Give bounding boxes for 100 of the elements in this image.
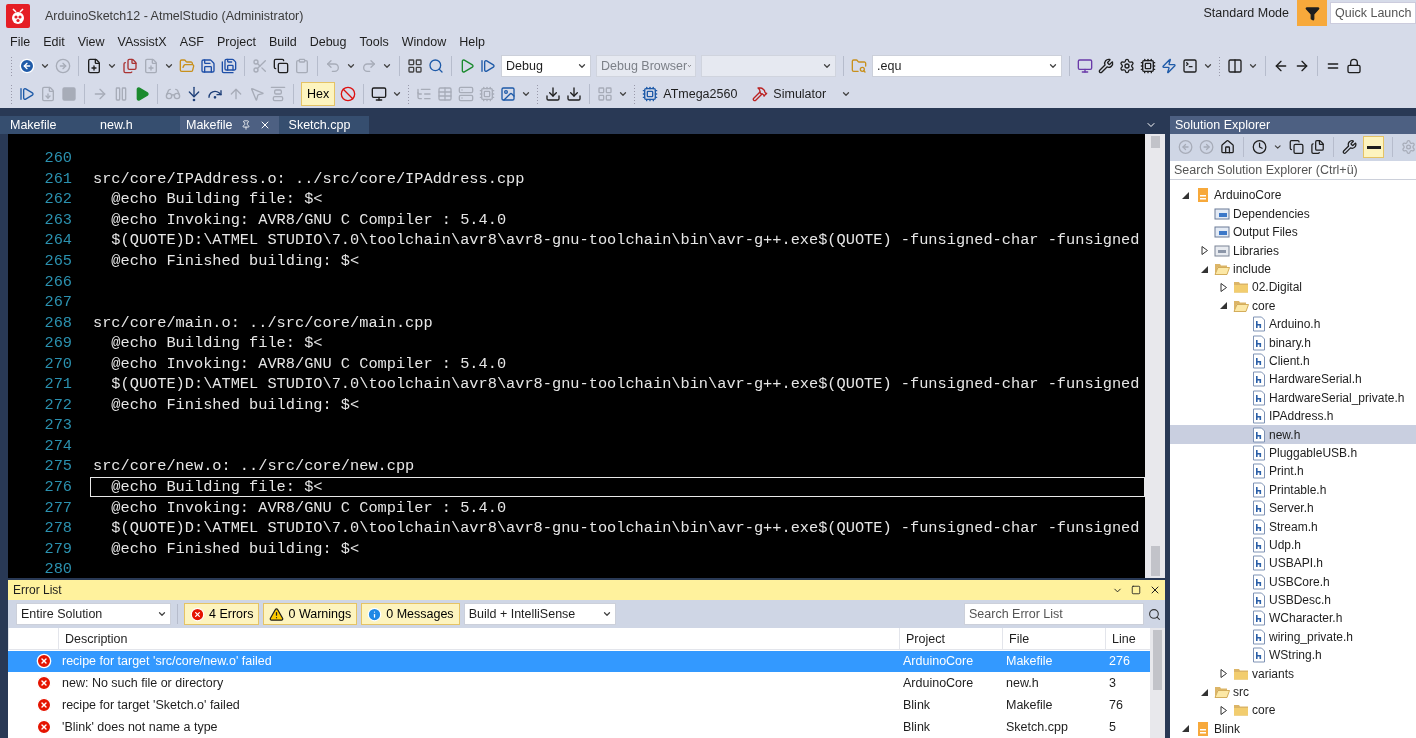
caret-icon[interactable]	[1248, 61, 1258, 71]
tree-item[interactable]: binary.h	[1170, 333, 1416, 352]
tree-item[interactable]: USBDesc.h	[1170, 590, 1416, 610]
menu-item[interactable]: Project	[211, 35, 263, 49]
clock-icon[interactable]	[1252, 139, 1268, 156]
tree-item[interactable]: PluggableUSB.h	[1170, 443, 1416, 463]
menu-item[interactable]: Edit	[37, 35, 72, 49]
configuration-dropdown[interactable]: Debug	[501, 55, 591, 77]
tree-item[interactable]: 02.Digital	[1170, 278, 1416, 297]
find-dropdown[interactable]: .equ	[872, 55, 1062, 77]
filter-toggle[interactable]: 0 Messages	[361, 603, 460, 625]
chip-icon[interactable]	[1140, 58, 1156, 74]
window-icon[interactable]	[371, 86, 388, 102]
terminal-icon[interactable]	[1182, 58, 1198, 74]
no-breakpoint-icon[interactable]	[340, 86, 357, 102]
collapsed-arrow-icon[interactable]	[1199, 246, 1209, 256]
wrench-icon[interactable]	[1341, 139, 1358, 156]
source-dropdown[interactable]: Build + IntelliSense	[463, 603, 616, 625]
toggle-button[interactable]	[1363, 136, 1384, 159]
wrench-icon[interactable]	[1098, 58, 1114, 74]
tree-item[interactable]: Print.h	[1170, 462, 1416, 481]
download-icon[interactable]	[545, 86, 562, 102]
tree-item[interactable]: Arduino.h	[1170, 315, 1416, 334]
column-header[interactable]: Project	[899, 628, 1002, 650]
expanded-arrow-icon[interactable]	[1218, 301, 1228, 311]
menu-item[interactable]: View	[71, 35, 112, 49]
editor-tab[interactable]: Makefile	[180, 116, 279, 134]
home-icon[interactable]	[1220, 139, 1236, 156]
menu-item[interactable]: Help	[453, 35, 492, 49]
menu-item[interactable]: File	[4, 35, 38, 49]
image-icon[interactable]	[500, 86, 517, 102]
tree-item[interactable]: WCharacter.h	[1170, 609, 1416, 628]
tree-item[interactable]: include	[1170, 259, 1416, 279]
tree-item[interactable]: src	[1170, 682, 1416, 702]
new-project-icon[interactable]	[86, 58, 102, 74]
close-icon[interactable]	[1149, 584, 1161, 596]
scrollbar[interactable]	[1150, 628, 1165, 738]
caret-icon[interactable]	[577, 61, 587, 71]
tree-item[interactable]: variants	[1170, 664, 1416, 683]
column-header[interactable]: File	[1002, 628, 1105, 650]
step-into-icon[interactable]	[186, 86, 202, 102]
menu-item[interactable]: Tools	[353, 35, 396, 49]
caret-icon[interactable]	[601, 609, 612, 619]
tree-item[interactable]: USBCore.h	[1170, 572, 1416, 591]
search-field[interactable]: Search Error List	[964, 603, 1144, 625]
expanded-arrow-icon[interactable]	[1180, 724, 1190, 734]
tree-item[interactable]: IPAddress.h	[1170, 407, 1416, 426]
step-icon[interactable]	[480, 58, 496, 74]
caret-icon[interactable]	[346, 61, 356, 71]
play-icon[interactable]	[134, 86, 150, 102]
caret-icon[interactable]	[164, 61, 174, 71]
caret-icon[interactable]	[157, 609, 167, 619]
caret-icon[interactable]	[40, 61, 50, 71]
tree-item[interactable]: wiring_private.h	[1170, 627, 1416, 647]
tool-label[interactable]: Simulator	[773, 87, 827, 101]
tree-item[interactable]: Dependencies	[1170, 204, 1416, 224]
tree-item[interactable]: HardwareSerial_private.h	[1170, 388, 1416, 407]
collapsed-arrow-icon[interactable]	[1218, 669, 1228, 679]
tree-item[interactable]: Server.h	[1170, 498, 1416, 518]
arrow-left-icon[interactable]	[1273, 58, 1289, 74]
editor-tab[interactable]: Makefile	[0, 116, 90, 134]
download-icon[interactable]	[566, 86, 583, 102]
caret-icon[interactable]	[107, 61, 117, 71]
tree-item[interactable]: USBAPI.h	[1170, 554, 1416, 573]
lightning-icon[interactable]	[1161, 58, 1177, 74]
expanded-arrow-icon[interactable]	[1180, 191, 1190, 200]
caret-icon[interactable]	[382, 61, 392, 71]
arrow-right-icon[interactable]	[1294, 58, 1310, 74]
grid-icon[interactable]	[407, 58, 423, 74]
search-icon[interactable]	[428, 58, 444, 74]
editor-tab[interactable]: new.h	[90, 116, 180, 134]
menu-item[interactable]: VAssistX	[111, 35, 174, 49]
maximize-icon[interactable]	[1131, 585, 1141, 595]
filter-toggle[interactable]: 4 Errors	[184, 603, 260, 625]
feedback-button[interactable]	[1297, 0, 1327, 26]
tree-item[interactable]: Output Files	[1170, 223, 1416, 242]
tree-item[interactable]: Blink	[1170, 719, 1416, 738]
menu-item[interactable]: Debug	[303, 35, 354, 49]
filter-toggle[interactable]: 0 Warnings	[263, 603, 358, 625]
menu-item[interactable]: Window	[395, 35, 454, 49]
pin-icon[interactable]	[240, 120, 251, 130]
caret-icon[interactable]	[1048, 61, 1058, 71]
tree-item[interactable]: Stream.h	[1170, 517, 1416, 536]
save-icon[interactable]	[200, 58, 216, 74]
tree-item[interactable]: new.h	[1170, 425, 1416, 444]
play-icon[interactable]	[459, 58, 475, 74]
step-icon[interactable]	[19, 86, 35, 102]
quick-launch-field[interactable]: Quick Launch	[1330, 2, 1416, 24]
search-icon[interactable]	[1148, 607, 1161, 621]
caret-icon[interactable]	[822, 61, 832, 71]
tree-item[interactable]: WString.h	[1170, 646, 1416, 665]
column-header[interactable]: Description	[58, 628, 899, 650]
show-all-files-icon[interactable]	[1309, 139, 1326, 156]
collapsed-arrow-icon[interactable]	[1218, 705, 1228, 715]
menu-item[interactable]: Build	[262, 35, 304, 49]
hex-toggle[interactable]: Hex	[301, 82, 336, 106]
monitor-icon[interactable]	[1077, 58, 1093, 74]
tree-item[interactable]: Printable.h	[1170, 480, 1416, 499]
tree-item[interactable]: Client.h	[1170, 351, 1416, 371]
save-all-icon[interactable]	[221, 58, 237, 74]
